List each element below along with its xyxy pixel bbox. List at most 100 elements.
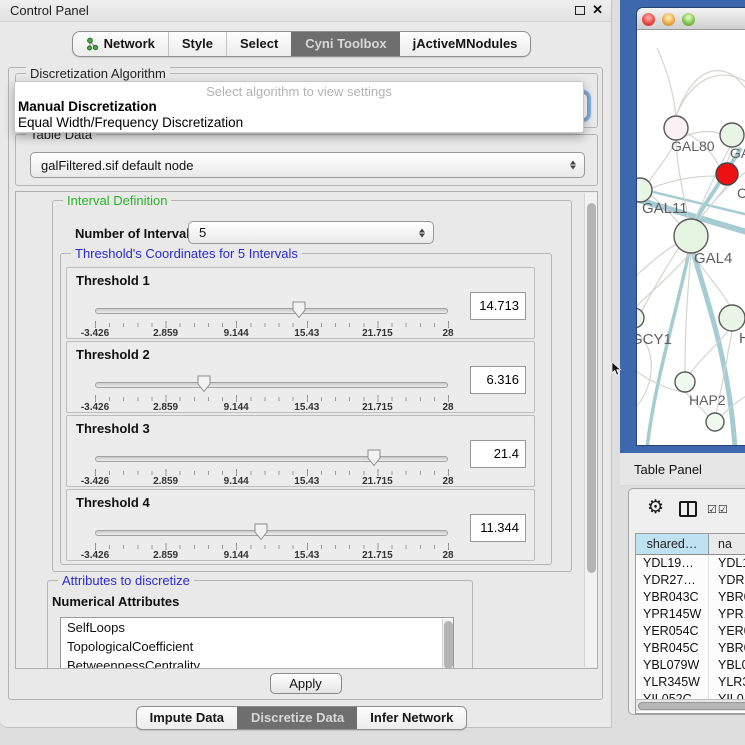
list-item[interactable]: BetweennessCentrality	[61, 656, 453, 669]
dropdown-option-equal-width[interactable]: Equal Width/Frequency Discretization	[15, 115, 583, 131]
slider-track[interactable]	[95, 308, 448, 314]
threshold-1-label: Threshold 1	[76, 273, 150, 288]
horizontal-scrollbar-thumb[interactable]	[638, 702, 745, 710]
checkbox-columns-icon[interactable]: ☑☑	[707, 503, 729, 516]
table-row[interactable]: YPR145W YPR1	[636, 606, 745, 623]
slider-track[interactable]	[95, 456, 448, 462]
cell[interactable]: YER0	[709, 623, 745, 640]
node-bottom[interactable]	[706, 413, 724, 431]
tab-discretize-label: Discretize Data	[251, 707, 344, 729]
node-label-gcy1: GCY1	[637, 331, 672, 348]
slider-thumb[interactable]	[196, 375, 212, 393]
tab-jactivemnodules[interactable]: jActiveMNodules	[400, 32, 531, 56]
table-row[interactable]: YBR043C YBR0	[636, 589, 745, 606]
tab-impute-data[interactable]: Impute Data	[137, 707, 237, 729]
table-row[interactable]: YBR045C YBR0	[636, 640, 745, 657]
threshold-2-value-field[interactable]: 6.316	[470, 366, 526, 394]
settings-scrollbar-thumb[interactable]	[587, 203, 596, 573]
cell[interactable]: YPR145W	[636, 606, 709, 623]
table-row[interactable]: YDL19… YDL1	[636, 555, 745, 572]
tab-style[interactable]: Style	[168, 32, 226, 56]
network-canvas[interactable]: GAL80 GA C GAL11 GAL4 GCY1 H HAP2	[637, 30, 745, 445]
minimize-traffic-light-icon[interactable]	[662, 13, 675, 26]
bottom-tabs-pill: Impute Data Discretize Data Infer Networ…	[136, 706, 468, 730]
node-gal80[interactable]	[664, 116, 688, 140]
node-red-selected[interactable]	[716, 163, 738, 185]
slider-thumb[interactable]	[366, 449, 382, 467]
threshold-3-panel: Threshold 3 -3.426 2.859 9.144	[66, 415, 535, 487]
tab-select-label: Select	[240, 32, 278, 56]
threshold-2-slider[interactable]	[95, 373, 448, 395]
cell[interactable]: YDL1	[709, 555, 745, 572]
cell[interactable]: YDL19…	[636, 555, 709, 572]
network-window: GAL80 GA C GAL11 GAL4 GCY1 H HAP2	[637, 8, 745, 445]
settings-scrollbar[interactable]	[584, 193, 597, 667]
network-window-titlebar[interactable]	[637, 8, 745, 30]
threshold-1-value-field[interactable]: 14.713	[470, 292, 526, 320]
slider-track[interactable]	[95, 382, 448, 388]
tab-infer-network[interactable]: Infer Network	[357, 707, 466, 729]
tab-discretize-data[interactable]: Discretize Data	[237, 707, 357, 729]
tick-label: 28	[442, 402, 453, 413]
tick-label: -3.426	[81, 328, 109, 339]
cell[interactable]: YDR2	[709, 572, 745, 589]
gear-icon[interactable]: ⚙	[647, 495, 664, 521]
table-row[interactable]: YER054C YER0	[636, 623, 745, 640]
split-panel-icon[interactable]	[679, 501, 697, 517]
control-panel-titlebar: Control Panel ✕	[0, 0, 611, 22]
attributes-list[interactable]: SelfLoops TopologicalCoefficient Between…	[60, 617, 454, 669]
close-icon[interactable]: ✕	[592, 2, 603, 18]
node-partial-ga[interactable]	[720, 123, 744, 147]
node-gcy1[interactable]	[637, 308, 644, 328]
column-header-shared[interactable]: shared…	[636, 534, 709, 554]
cell[interactable]: YBR0	[709, 589, 745, 606]
threshold-3-value-field[interactable]: 21.4	[470, 440, 526, 468]
cell[interactable]: YBL079W	[636, 657, 709, 674]
column-header-name[interactable]: na	[709, 534, 745, 554]
cell[interactable]: YBR043C	[636, 589, 709, 606]
num-intervals-combobox[interactable]: 5	[188, 221, 434, 244]
tab-network-label: Network	[104, 32, 155, 56]
node-hap2[interactable]	[675, 372, 695, 392]
list-scrollbar[interactable]	[442, 619, 453, 669]
threshold-4-value-field[interactable]: 11.344	[470, 514, 526, 542]
cell[interactable]: YBR0	[709, 640, 745, 657]
dropdown-option-manual[interactable]: Manual Discretization	[15, 99, 583, 115]
network-view-frame: GAL80 GA C GAL11 GAL4 GCY1 H HAP2	[620, 0, 745, 453]
tick-label: 2.859	[153, 550, 178, 561]
table-panel-titlebar: Table Panel	[620, 453, 745, 486]
table-data-combobox[interactable]: galFiltered.sif default node	[30, 152, 585, 178]
node-gal4[interactable]	[674, 219, 708, 253]
table-data-value: galFiltered.sif default node	[41, 153, 193, 177]
dropdown-placeholder-option[interactable]: Select algorithm to view settings	[15, 84, 583, 99]
threshold-3-slider[interactable]	[95, 447, 448, 469]
horizontal-scrollbar[interactable]	[636, 699, 745, 711]
attributes-fieldset: Attributes to discretize Numerical Attri…	[47, 580, 473, 669]
cell[interactable]: YDR27…	[636, 572, 709, 589]
node-h[interactable]	[719, 305, 745, 331]
cell[interactable]: YLR3	[709, 674, 745, 691]
slider-track[interactable]	[95, 530, 448, 536]
list-item[interactable]: SelfLoops	[61, 618, 453, 637]
slider-thumb[interactable]	[253, 523, 269, 541]
close-traffic-light-icon[interactable]	[642, 13, 655, 26]
tab-cyni-toolbox[interactable]: Cyni Toolbox	[291, 32, 399, 56]
threshold-4-slider[interactable]	[95, 521, 448, 543]
slider-thumb[interactable]	[291, 301, 307, 319]
table-row[interactable]: YDR27… YDR2	[636, 572, 745, 589]
cell[interactable]: YBR045C	[636, 640, 709, 657]
apply-button[interactable]: Apply	[270, 673, 342, 694]
tab-network[interactable]: Network	[73, 32, 168, 56]
cell[interactable]: YER054C	[636, 623, 709, 640]
table-row[interactable]: YBL079W YBL0	[636, 657, 745, 674]
threshold-1-slider[interactable]	[95, 299, 448, 321]
list-scrollbar-thumb[interactable]	[444, 621, 453, 669]
tab-select[interactable]: Select	[226, 32, 291, 56]
cell[interactable]: YPR1	[709, 606, 745, 623]
cell[interactable]: YBL0	[709, 657, 745, 674]
list-item[interactable]: TopologicalCoefficient	[61, 637, 453, 656]
cell[interactable]: YLR345W	[636, 674, 709, 691]
table-row[interactable]: YLR345W YLR3	[636, 674, 745, 691]
zoom-traffic-light-icon[interactable]	[682, 13, 695, 26]
float-window-icon[interactable]	[575, 6, 585, 15]
